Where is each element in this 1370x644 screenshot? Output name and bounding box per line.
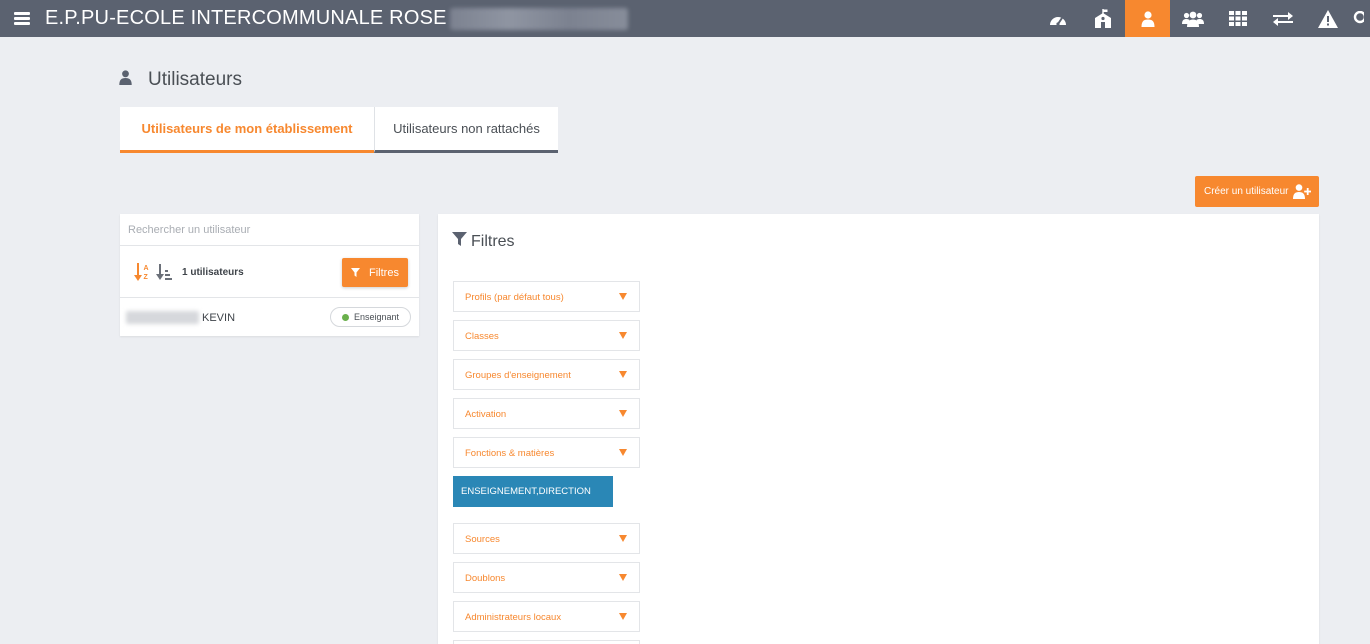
- filter-dropdown-duplicates[interactable]: Doublons: [453, 562, 640, 593]
- search-icon[interactable]: [1350, 0, 1370, 37]
- filter-dropdown-profiles[interactable]: Profils (par défaut tous): [453, 281, 640, 312]
- svg-text:A: A: [144, 265, 149, 272]
- filter-dropdown-local-admins[interactable]: Administrateurs locaux: [453, 601, 640, 632]
- caret-down-icon: [619, 449, 627, 456]
- tab-bar: Utilisateurs de mon établissement Utilis…: [120, 107, 558, 153]
- list-toolbar: A Z 1 utilisateurs Filtres: [120, 247, 419, 298]
- caret-down-icon: [619, 410, 627, 417]
- filters-button-label: Filtres: [369, 266, 399, 279]
- filter-dropdown-label: Administrateurs locaux: [465, 612, 562, 623]
- funnel-icon: [452, 232, 467, 251]
- create-user-button[interactable]: Créer un utilisateur: [1195, 176, 1319, 207]
- svg-text:Z: Z: [144, 274, 149, 281]
- user-list-panel: A Z 1 utilisateurs Filtres KEVIN Enseign…: [120, 214, 419, 336]
- tab-unattached-users[interactable]: Utilisateurs non rattachés: [374, 107, 558, 153]
- selected-filter-chip[interactable]: ENSEIGNEMENT,DIRECTION: [453, 476, 613, 507]
- user-list-item[interactable]: KEVIN Enseignant: [120, 299, 419, 336]
- filter-dropdown-label: Activation: [465, 409, 507, 420]
- users-group-icon[interactable]: [1170, 0, 1215, 37]
- user-count: 1 utilisateurs: [182, 267, 244, 278]
- caret-down-icon: [619, 613, 627, 620]
- redacted-text: [449, 7, 628, 30]
- add-user-icon: [1293, 184, 1312, 202]
- filter-dropdown-label: Classes: [465, 331, 499, 342]
- funnel-icon: [351, 268, 361, 277]
- caret-down-icon: [619, 574, 627, 581]
- sort-numeric-icon[interactable]: [156, 264, 172, 285]
- sort-alpha-icon[interactable]: A Z: [134, 263, 150, 286]
- filter-dropdown-label: Profils (par défaut tous): [465, 292, 564, 303]
- status-dot: [342, 313, 349, 321]
- filter-dropdown-functions-subjects[interactable]: Fonctions & matières: [453, 437, 640, 468]
- caret-down-icon: [619, 371, 627, 378]
- filter-dropdown-teaching-groups[interactable]: Groupes d'enseignement: [453, 359, 640, 390]
- school-building-icon[interactable]: [1080, 0, 1125, 37]
- grid-icon[interactable]: [1215, 0, 1260, 37]
- top-bar: E.P.PU-ECOLE INTERCOMMUNALE ROSE: [0, 0, 1370, 37]
- caret-down-icon: [619, 332, 627, 339]
- filter-dropdown-partial[interactable]: [453, 640, 640, 644]
- role-badge-label: Enseignant: [354, 312, 400, 322]
- warning-icon[interactable]: [1305, 0, 1350, 37]
- role-badge: Enseignant: [330, 307, 411, 327]
- hamburger-menu-icon[interactable]: [14, 12, 30, 25]
- search-user-input[interactable]: [120, 214, 419, 246]
- filters-button[interactable]: Filtres: [342, 258, 408, 287]
- page-header: Utilisateurs: [119, 69, 242, 91]
- transfer-arrows-icon[interactable]: [1260, 0, 1305, 37]
- page-title: Utilisateurs: [148, 69, 242, 90]
- app-title: E.P.PU-ECOLE INTERCOMMUNALE ROSE: [45, 7, 447, 29]
- user-name: KEVIN: [202, 312, 236, 324]
- redacted-text: [126, 311, 199, 324]
- filter-dropdown-label: Fonctions & matières: [465, 448, 555, 459]
- tab-my-establishment[interactable]: Utilisateurs de mon établissement: [120, 107, 374, 153]
- filter-dropdown-classes[interactable]: Classes: [453, 320, 640, 351]
- filter-dropdown-activation[interactable]: Activation: [453, 398, 640, 429]
- filter-dropdown-label: Sources: [465, 534, 500, 545]
- filters-header: Filtres: [452, 232, 515, 251]
- caret-down-icon: [619, 293, 627, 300]
- caret-down-icon: [619, 535, 627, 542]
- create-user-label: Créer un utilisateur: [1204, 186, 1289, 197]
- filter-dropdown-label: Groupes d'enseignement: [465, 370, 571, 381]
- filters-title: Filtres: [471, 232, 515, 250]
- dashboard-gauge-icon[interactable]: [1035, 0, 1080, 37]
- top-nav-icons: [1035, 0, 1370, 37]
- filter-dropdown-sources[interactable]: Sources: [453, 523, 640, 554]
- filter-dropdown-label: Doublons: [465, 573, 506, 584]
- user-icon[interactable]: [1125, 0, 1170, 37]
- user-icon: [119, 70, 132, 90]
- filters-panel: Filtres Profils (par défaut tous) Classe…: [438, 214, 1319, 644]
